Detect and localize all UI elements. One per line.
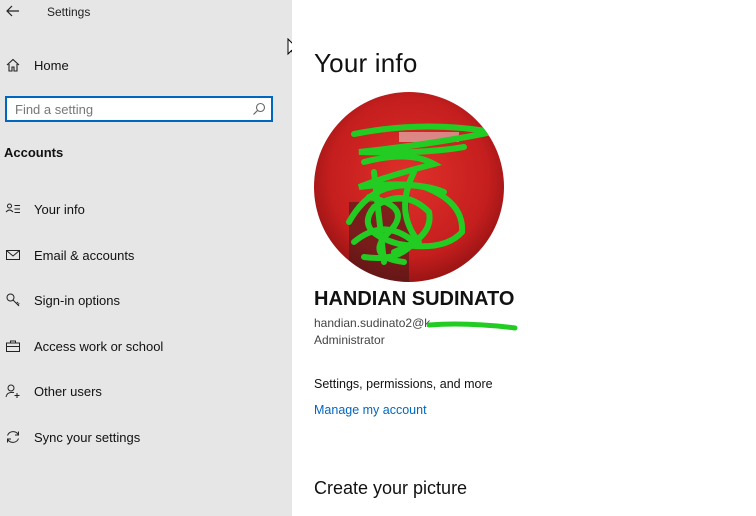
sidebar-item-label: Access work or school <box>34 338 164 354</box>
sidebar-item-sign-in-options[interactable]: Sign-in options <box>0 286 292 314</box>
redaction-mark <box>427 321 518 331</box>
create-picture-heading: Create your picture <box>314 478 468 498</box>
sidebar-item-email-accounts[interactable]: Email & accounts <box>0 241 292 269</box>
add-person-icon <box>4 382 22 400</box>
app-title: Settings <box>47 5 91 19</box>
user-name: HANDIAN SUDINATO <box>314 288 515 310</box>
sidebar-item-sync-settings[interactable]: Sync your settings <box>0 423 292 451</box>
settings-permissions-text: Settings, permissions, and more <box>314 377 493 391</box>
sidebar-item-label: Sign-in options <box>34 292 120 308</box>
sidebar-item-home[interactable]: Home <box>0 52 292 78</box>
sidebar-item-label: Other users <box>34 383 102 399</box>
manage-account-link[interactable]: Manage my account <box>314 403 427 417</box>
person-card-icon <box>4 200 22 218</box>
user-role: Administrator <box>314 333 385 347</box>
sync-icon <box>4 428 22 446</box>
sidebar-item-label: Your info <box>34 201 85 217</box>
briefcase-icon <box>4 337 22 355</box>
search-box[interactable] <box>5 96 273 122</box>
search-input[interactable] <box>15 101 245 117</box>
sidebar-item-label: Sync your settings <box>34 429 141 445</box>
sidebar-item-access-work-school[interactable]: Access work or school <box>0 332 292 360</box>
section-header-accounts: Accounts <box>4 145 64 160</box>
key-icon <box>4 291 22 309</box>
title-bar: Settings <box>0 0 292 26</box>
search-icon[interactable] <box>252 102 266 116</box>
settings-window: Settings Home Accounts <box>0 0 756 516</box>
sidebar-item-other-users[interactable]: Other users <box>0 377 292 405</box>
user-email: handian.sudinato2@k <box>314 316 431 330</box>
sidebar-item-label: Email & accounts <box>34 247 135 263</box>
sidebar-item-your-info[interactable]: Your info <box>0 195 292 223</box>
page-title: Your info <box>314 48 418 78</box>
back-arrow-icon <box>6 5 19 17</box>
avatar <box>314 92 504 282</box>
sidebar-item-label: Home <box>34 57 69 73</box>
profile-picture-image <box>314 92 504 282</box>
main-content: Your info HANDIAN SUDINATO handian.sudin… <box>292 0 756 516</box>
back-button[interactable] <box>2 0 24 22</box>
mail-icon <box>4 246 22 264</box>
home-icon <box>4 56 22 74</box>
sidebar: Settings Home Accounts <box>0 0 292 516</box>
